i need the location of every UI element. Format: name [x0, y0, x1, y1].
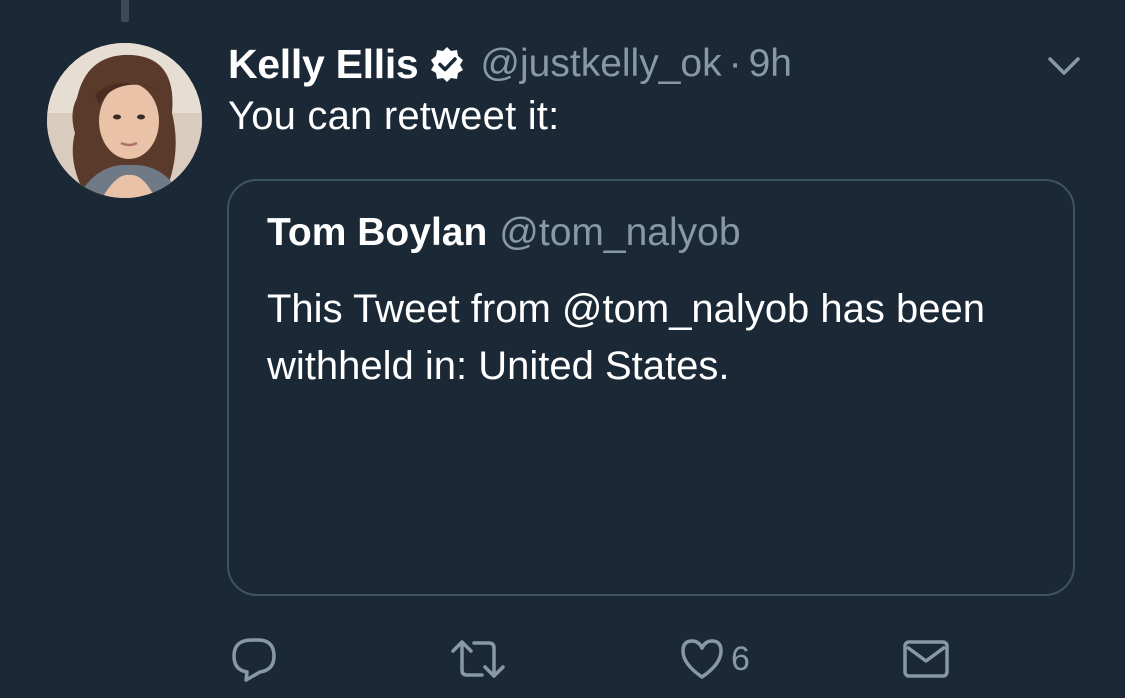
tweet-timestamp[interactable]: 9h — [749, 42, 792, 86]
author-handle[interactable]: @justkelly_ok — [480, 42, 721, 86]
tweet-header: Kelly Ellis @justkelly_ok · 9h — [228, 36, 792, 92]
chevron-down-icon — [1048, 57, 1080, 75]
heart-icon — [681, 639, 723, 679]
profile-photo — [47, 43, 202, 198]
author-display-name[interactable]: Kelly Ellis — [228, 41, 419, 88]
quoted-tweet-header: Tom Boylan @tom_nalyob — [267, 211, 741, 255]
retweet-icon — [451, 640, 505, 678]
reply-button[interactable] — [230, 634, 280, 684]
verified-badge-icon — [428, 45, 466, 83]
avatar[interactable] — [47, 43, 202, 198]
like-button[interactable]: 6 — [679, 634, 750, 684]
quoted-tweet-text: This Tweet from @tom_nalyob has been wit… — [267, 287, 986, 388]
thread-connector-line — [121, 0, 129, 22]
header-separator: · — [728, 42, 742, 85]
tweet-view: Kelly Ellis @justkelly_ok · 9h You can r… — [0, 0, 1125, 698]
like-count: 6 — [731, 639, 750, 678]
tweet-action-bar: 6 — [0, 634, 1125, 684]
tweet-menu-button[interactable] — [1045, 52, 1083, 80]
retweet-button[interactable] — [450, 634, 506, 684]
envelope-icon — [903, 640, 949, 678]
tweet-text: You can retweet it: — [228, 94, 560, 138]
quoted-author-handle: @tom_nalyob — [499, 211, 741, 254]
direct-message-button[interactable] — [902, 634, 950, 684]
reply-icon — [232, 638, 276, 682]
quoted-tweet-card[interactable]: Tom Boylan @tom_nalyob This Tweet from @t… — [227, 179, 1075, 596]
quoted-author-display-name: Tom Boylan — [267, 211, 488, 254]
